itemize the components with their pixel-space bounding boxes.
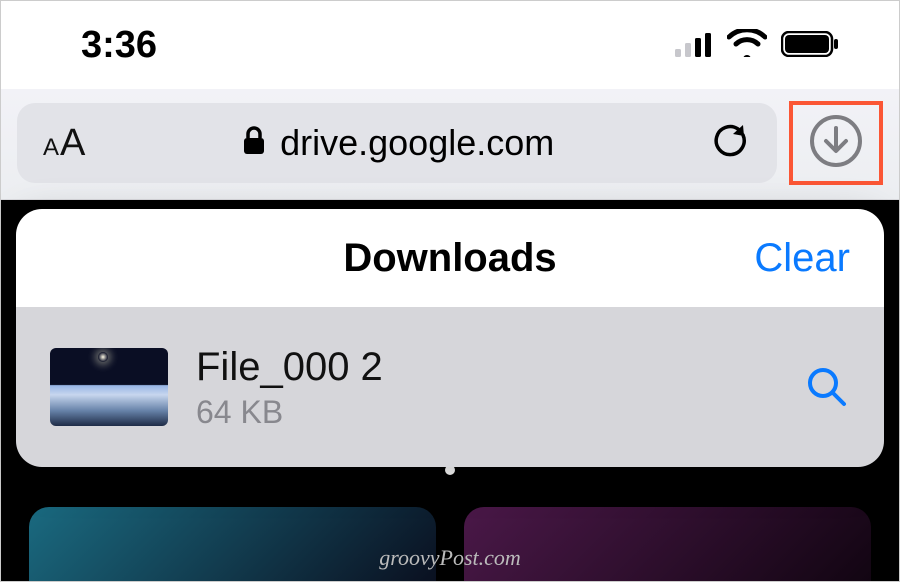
downloads-button-highlight: [789, 101, 883, 185]
wifi-icon: [727, 24, 767, 67]
browser-toolbar: AA drive.google.com: [1, 89, 899, 200]
watermark: groovyPost.com: [379, 545, 521, 571]
downloads-header: Downloads Clear: [16, 209, 884, 307]
reveal-file-button[interactable]: [804, 364, 850, 410]
reload-button[interactable]: [711, 121, 751, 165]
status-indicators: [675, 24, 839, 67]
cellular-icon: [675, 24, 713, 67]
gallery-tile[interactable]: [464, 507, 871, 581]
url-text: drive.google.com: [280, 122, 554, 164]
address-bar[interactable]: AA drive.google.com: [17, 103, 777, 183]
battery-icon: [781, 24, 839, 67]
gallery-tile[interactable]: [29, 507, 436, 581]
downloads-popover: Downloads Clear File_000 2 64 KB: [16, 209, 884, 467]
clear-button[interactable]: Clear: [754, 236, 850, 281]
url-display[interactable]: drive.google.com: [97, 122, 699, 164]
download-row[interactable]: File_000 2 64 KB: [16, 307, 884, 467]
download-info: File_000 2 64 KB: [196, 344, 776, 431]
downloads-button[interactable]: [808, 113, 864, 174]
status-time: 3:36: [81, 24, 157, 67]
text-size-button[interactable]: AA: [43, 122, 85, 165]
downloads-title: Downloads: [343, 236, 556, 281]
download-thumbnail: [50, 348, 168, 426]
status-bar: 3:36: [1, 1, 899, 89]
download-name: File_000 2: [196, 344, 776, 390]
lock-icon: [242, 122, 266, 164]
download-size: 64 KB: [196, 394, 776, 431]
